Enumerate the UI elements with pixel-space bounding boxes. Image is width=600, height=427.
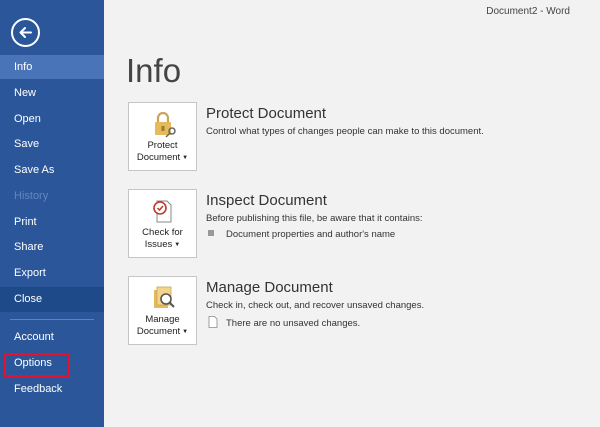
check-for-issues-button[interactable]: Check for Issues ▼ — [128, 189, 197, 258]
manage-document-label: Manage Document ▼ — [136, 314, 189, 337]
bullet-square-icon — [208, 230, 214, 236]
nav-history: History — [14, 190, 49, 202]
nav-divider — [10, 319, 94, 320]
protect-document-desc: Control what types of changes people can… — [206, 126, 484, 137]
arrow-left-icon — [19, 27, 32, 38]
nav-close[interactable]: Close — [0, 287, 104, 312]
page-title: Info — [126, 52, 182, 89]
nav-account[interactable]: Account — [0, 325, 104, 349]
backstage-sidebar: Info New Open Save Save As History Print… — [0, 0, 104, 427]
inspect-document-desc: Before publishing this file, be aware th… — [206, 213, 423, 224]
nav-print[interactable]: Print — [0, 210, 104, 234]
back-button[interactable] — [11, 18, 40, 47]
protect-document-button[interactable]: Protect Document ▼ — [128, 102, 197, 171]
options-highlight-box — [4, 353, 70, 377]
document-icon — [208, 316, 218, 328]
protect-document-title: Protect Document — [206, 105, 327, 122]
manage-document-button[interactable]: Manage Document ▼ — [128, 276, 197, 345]
lock-key-icon — [155, 111, 176, 138]
manage-document-title: Manage Document — [206, 279, 333, 296]
window-title: Document2 - Word — [486, 6, 570, 17]
nav-share[interactable]: Share — [0, 235, 104, 259]
nav-export[interactable]: Export — [0, 261, 104, 285]
nav-feedback[interactable]: Feedback — [0, 377, 104, 401]
check-for-issues-label: Check for Issues ▼ — [142, 227, 183, 250]
manage-document-desc: Check in, check out, and recover unsaved… — [206, 300, 425, 311]
nav-save-as[interactable]: Save As — [0, 158, 104, 182]
nav-info[interactable]: Info — [0, 55, 104, 79]
manage-document-icon — [154, 286, 175, 308]
dropdown-caret-icon: ▼ — [182, 329, 189, 335]
protect-document-label: Protect Document ▼ — [136, 140, 189, 163]
dropdown-caret-icon: ▼ — [182, 155, 189, 161]
manage-document-item: There are no unsaved changes. — [208, 316, 360, 329]
inspect-document-item: Document properties and author's name — [208, 229, 395, 240]
inspect-document-icon — [153, 200, 172, 223]
dropdown-caret-icon: ▼ — [174, 242, 181, 248]
nav-save[interactable]: Save — [0, 132, 104, 156]
nav-open[interactable]: Open — [0, 107, 104, 131]
inspect-document-title: Inspect Document — [206, 192, 327, 209]
nav-new[interactable]: New — [0, 81, 104, 105]
